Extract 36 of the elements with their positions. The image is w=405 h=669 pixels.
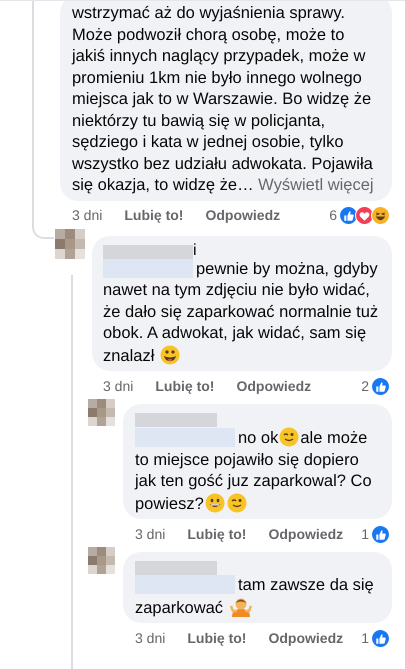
comment-time: 3 dni — [135, 524, 166, 544]
like-link[interactable]: Lubię to! — [187, 524, 246, 544]
comment-time: 3 dni — [103, 376, 134, 396]
like-reaction-icon[interactable] — [339, 206, 358, 225]
tongue-face-emoji-icon — [160, 344, 180, 364]
reaction-count[interactable]: 6 — [329, 205, 337, 226]
comment-time: 3 dni — [135, 628, 166, 648]
like-reaction-icon[interactable] — [371, 376, 390, 396]
like-reaction-icon[interactable] — [371, 524, 390, 544]
heart-reaction-icon[interactable] — [355, 206, 374, 225]
shrugging-person-emoji-icon — [230, 596, 252, 616]
reply-link[interactable]: Odpowiedz — [268, 524, 344, 544]
avatar[interactable] — [88, 547, 115, 574]
comment-text: wstrzymać aż do wyjaśnienia sprawy. Może podwoził chorą osobę, może to jakiś innych naglący przypadek, może w promieniu 1km nie było innego wolnego miejsca jak to w Warszawie. Bo widzę że niektórzy tu bawią się w policjanta, sędziego i kata w jednej osobie, tylko wszystko bez udziału adwokata. Pojawiła się okazja, to widzę że… Wyświetl więcej — [72, 3, 375, 196]
winking-face-emoji-icon — [279, 427, 300, 447]
winking-face-emoji-icon — [226, 492, 247, 512]
laughing-face-reaction-icon[interactable] — [371, 206, 390, 225]
comment-text: no ok ale może to miejsce pojawiło się dopiero jak ten gość juz zaparkowal? Co powiesz? — [135, 427, 373, 514]
reaction-count[interactable]: 1 — [361, 524, 369, 544]
like-link[interactable]: Lubię to! — [124, 205, 184, 226]
reaction-count[interactable]: 1 — [361, 628, 369, 648]
see-more-link[interactable]: Wyświetl więcej — [258, 176, 374, 194]
comment-text: tam zawsze da się zaparkować — [135, 575, 375, 618]
avatar[interactable] — [88, 399, 115, 426]
avatar[interactable] — [55, 228, 85, 258]
like-link[interactable]: Lubię to! — [155, 376, 214, 396]
reply-link[interactable]: Odpowiedz — [236, 376, 312, 396]
like-reaction-icon[interactable] — [371, 628, 390, 648]
comment-time: 3 dni — [72, 206, 102, 225]
reply-link[interactable]: Odpowiedz — [205, 205, 280, 226]
like-link[interactable]: Lubię to! — [187, 628, 246, 648]
reaction-count[interactable]: 2 — [361, 376, 369, 396]
reply-link[interactable]: Odpowiedz — [268, 628, 344, 648]
author-name-fragment: i — [193, 242, 197, 258]
comment-text: pewnie by można, gdyby nawet na tym zdjęciu nie było widać, że dało się zaparkować normalnie tuż obok. A adwokat, jak widać, sam się znalazł — [103, 258, 380, 366]
grinning-face-emoji-icon — [204, 492, 225, 512]
